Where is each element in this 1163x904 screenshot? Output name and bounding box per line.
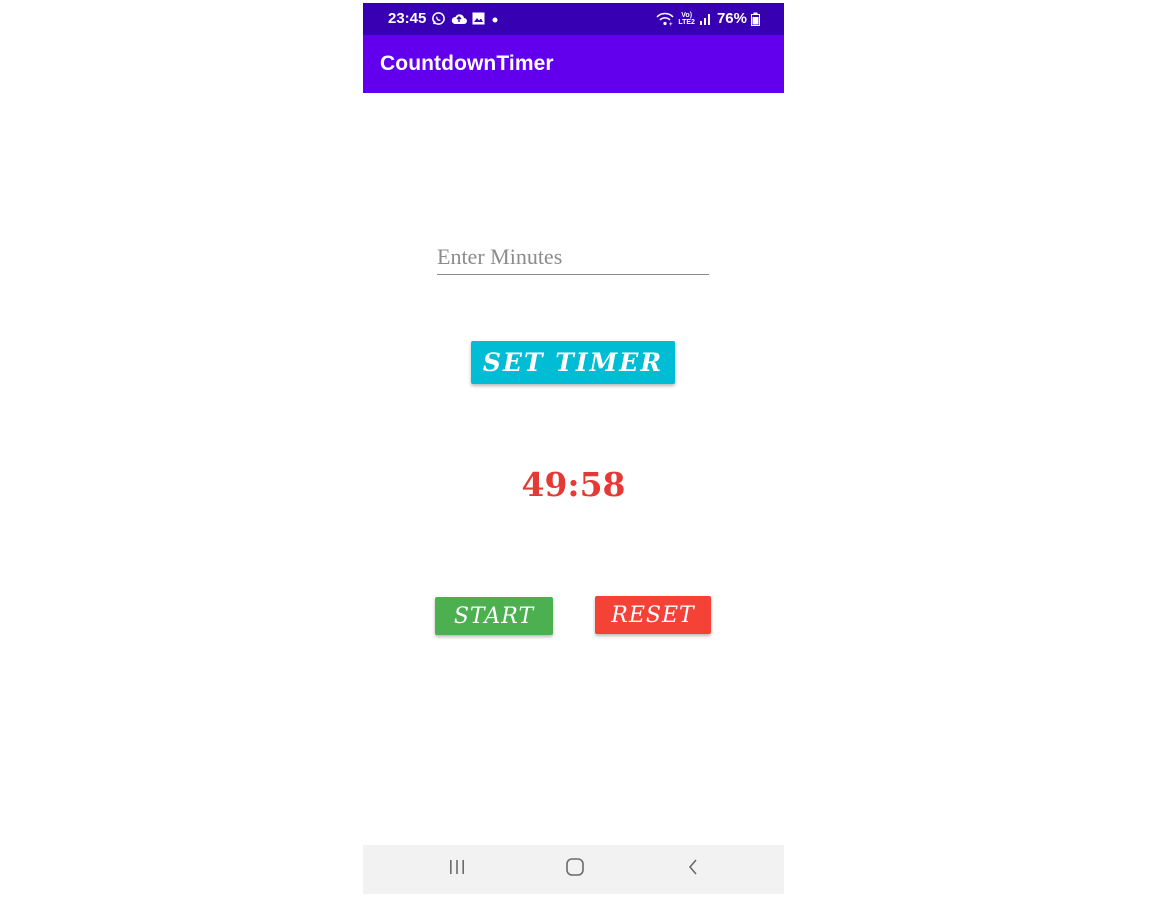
start-label: START — [453, 603, 535, 629]
battery-percent: 76% — [716, 10, 747, 27]
navigation-bar — [363, 845, 784, 894]
recents-icon — [448, 859, 466, 880]
back-button[interactable] — [653, 845, 733, 894]
image-icon — [472, 12, 485, 25]
status-bar: 23:45 + Vo) LTE2 76% — [363, 3, 784, 35]
network-label-bottom: LTE2 — [678, 18, 695, 26]
wifi-icon: + — [656, 12, 674, 26]
volte-lte2-icon: Vo) LTE2 — [678, 12, 695, 26]
home-icon — [565, 857, 585, 882]
reset-button[interactable]: RESET — [595, 596, 711, 634]
app-title: CountdownTimer — [380, 52, 554, 75]
status-left: 23:45 — [388, 10, 500, 27]
signal-icon — [699, 12, 713, 26]
status-right: + Vo) LTE2 76% — [656, 10, 760, 27]
cloud-upload-icon — [451, 12, 468, 26]
reset-label: RESET — [611, 602, 695, 628]
battery-icon — [751, 12, 760, 26]
dot-icon — [490, 14, 500, 24]
home-button[interactable] — [535, 845, 615, 894]
network-label-top: Vo) — [681, 11, 693, 19]
set-timer-label: SET TIMER — [482, 348, 664, 377]
recents-button[interactable] — [417, 845, 497, 894]
minutes-input[interactable] — [437, 239, 709, 275]
set-timer-button[interactable]: SET TIMER — [471, 341, 675, 384]
back-icon — [686, 857, 700, 882]
status-time: 23:45 — [388, 10, 427, 27]
app-bar: CountdownTimer — [363, 35, 784, 93]
phone-screen: 23:45 + Vo) LTE2 76% CountdownTimer Ente… — [363, 3, 784, 894]
svg-text:+: + — [669, 22, 673, 26]
start-button[interactable]: START — [435, 597, 553, 635]
whatsapp-icon — [431, 11, 446, 26]
timer-display: 49:58 — [521, 465, 626, 504]
